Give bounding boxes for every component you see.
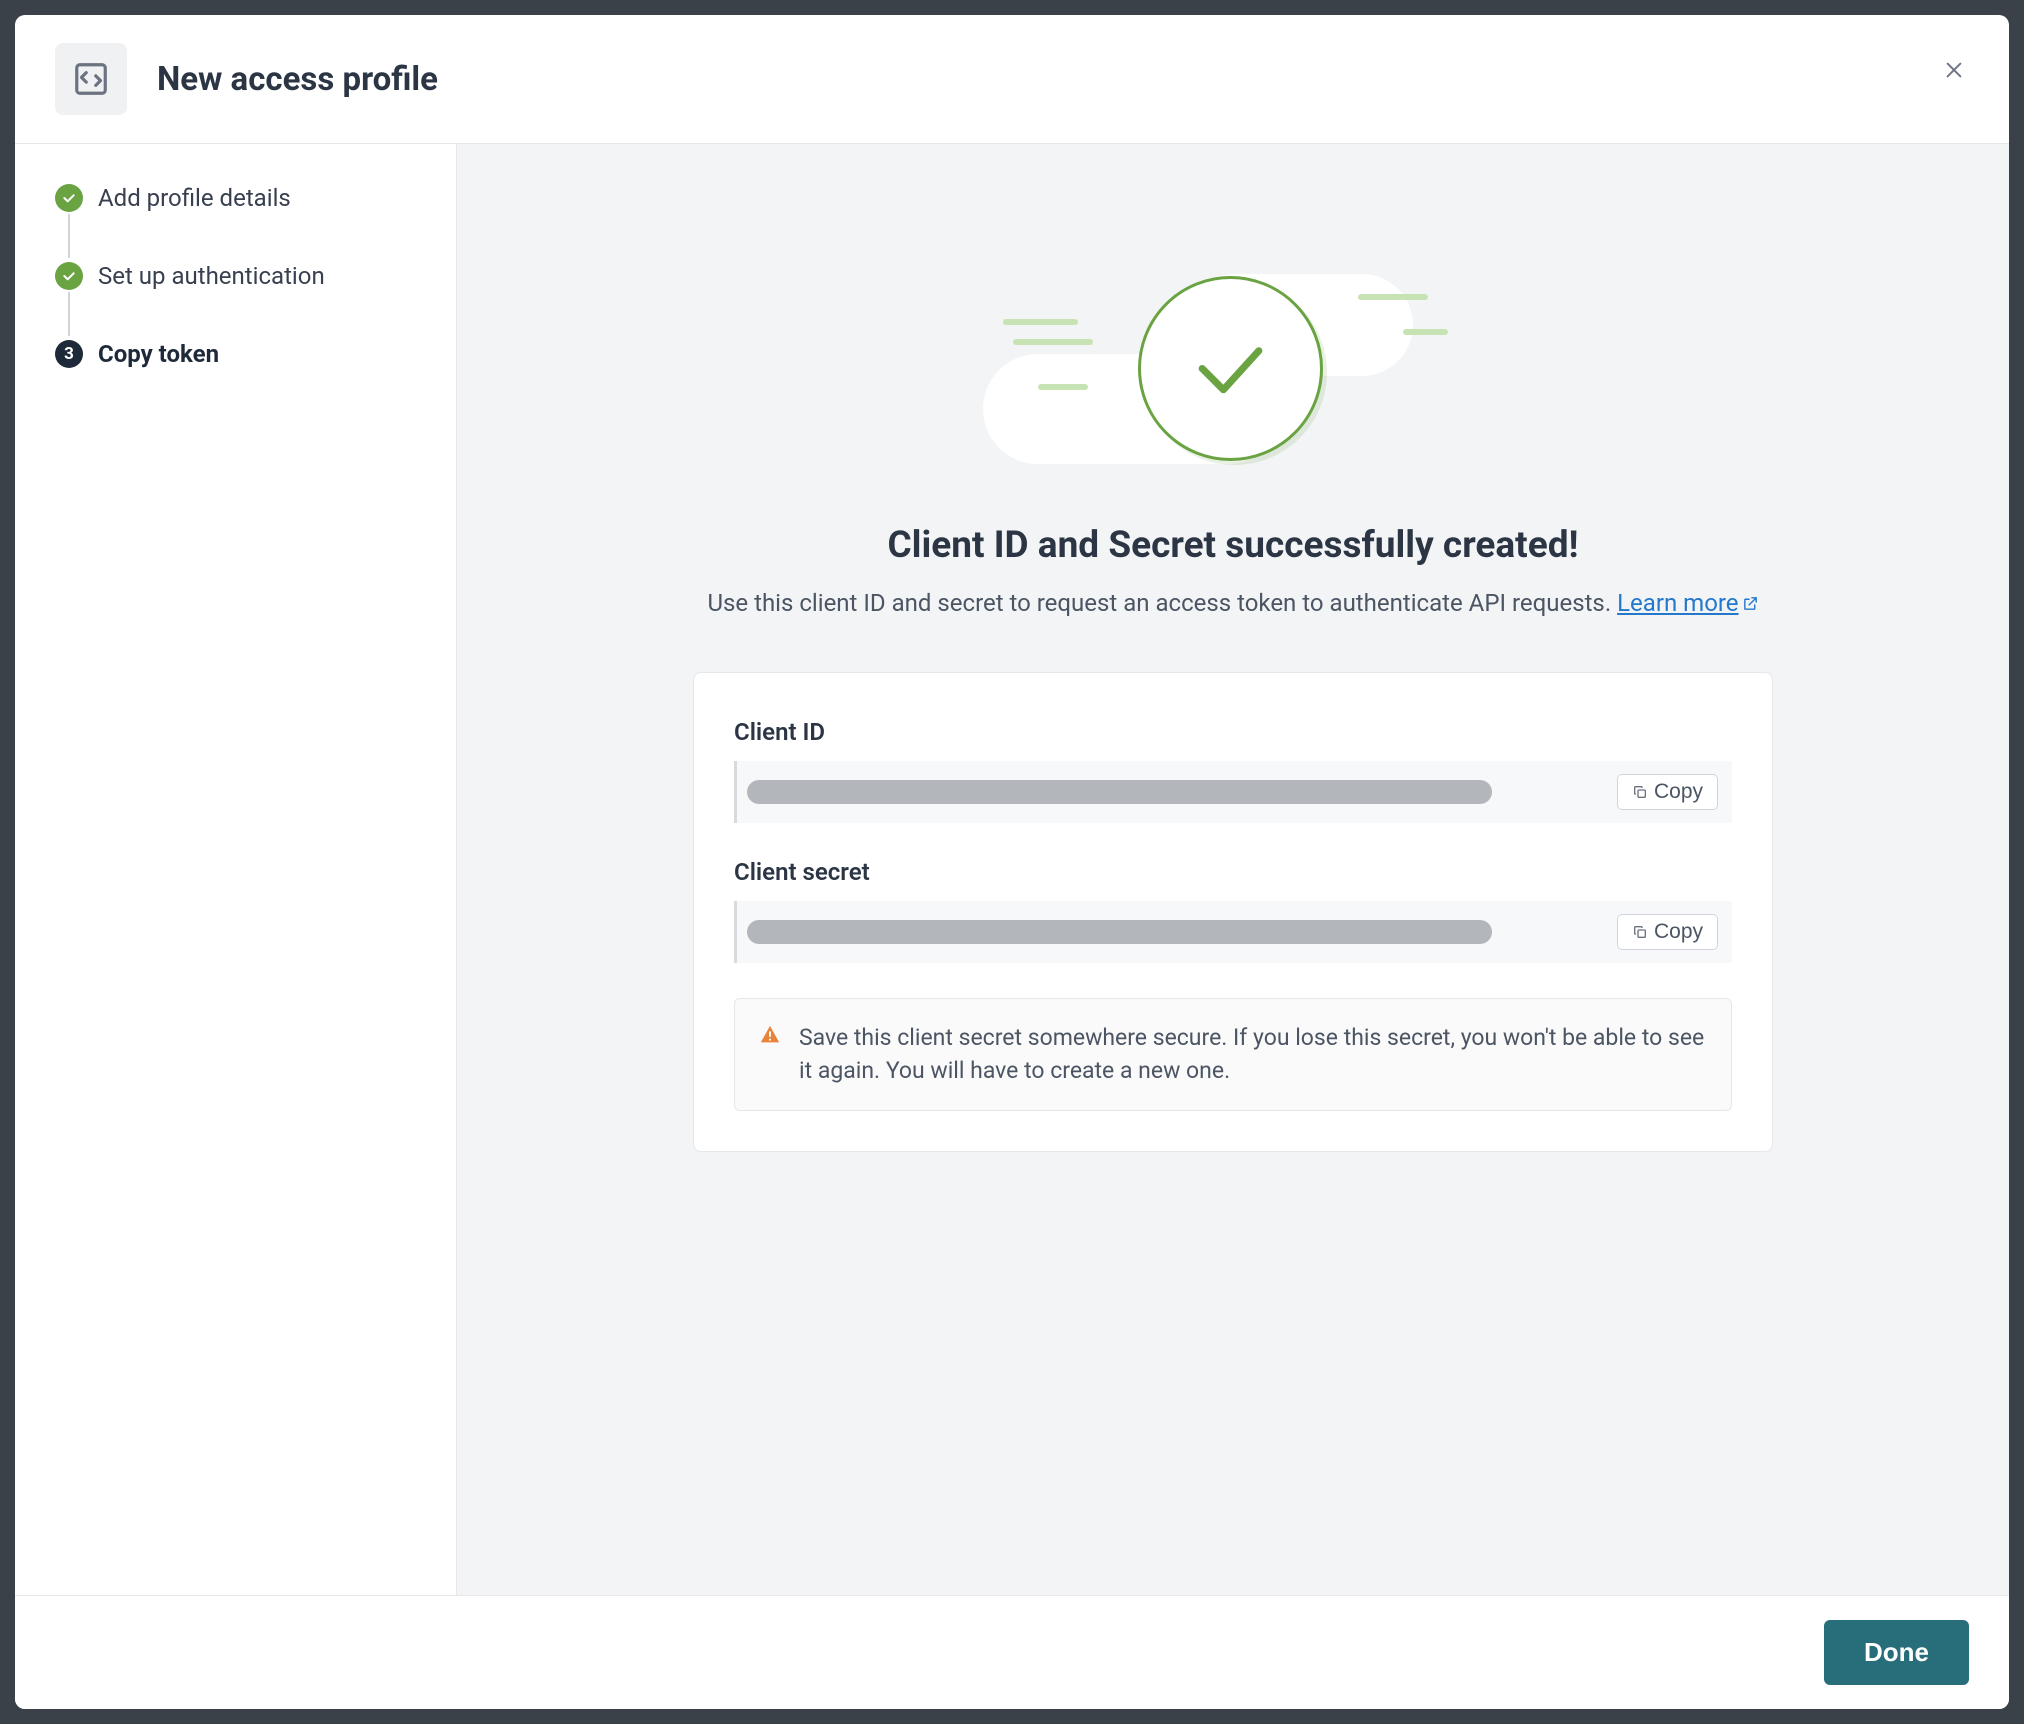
warning-icon <box>759 1024 781 1046</box>
step-label: Set up authentication <box>98 262 325 290</box>
step-copy-token: 3 Copy token <box>55 340 416 368</box>
copy-icon <box>1632 924 1648 940</box>
success-check-icon <box>1138 276 1323 461</box>
step-label: Copy token <box>98 340 219 368</box>
step-label: Add profile details <box>98 184 291 212</box>
step-number-badge: 3 <box>55 340 83 368</box>
credentials-card: Client ID Copy Clie <box>693 672 1773 1152</box>
copy-client-id-button[interactable]: Copy <box>1617 774 1718 810</box>
check-icon <box>55 184 83 212</box>
wizard-steps-sidebar: Add profile details Set up authenticatio… <box>15 144 457 1595</box>
client-secret-value-redacted <box>747 920 1492 944</box>
warning-box: Save this client secret somewhere secure… <box>734 998 1732 1111</box>
success-illustration <box>983 274 1483 474</box>
copy-client-secret-button[interactable]: Copy <box>1617 914 1718 950</box>
client-secret-label: Client secret <box>734 858 1732 886</box>
close-button[interactable] <box>1939 55 1969 85</box>
warning-text: Save this client secret somewhere secure… <box>799 1021 1707 1088</box>
modal-body: Add profile details Set up authenticatio… <box>15 144 2009 1595</box>
success-title: Client ID and Secret successfully create… <box>887 524 1578 567</box>
content-area: Client ID and Secret successfully create… <box>457 144 2009 1595</box>
client-id-label: Client ID <box>734 718 1732 746</box>
copy-icon <box>1632 784 1648 800</box>
learn-more-link[interactable]: Learn more <box>1617 589 1758 617</box>
modal-header: New access profile <box>15 15 2009 144</box>
check-icon <box>55 262 83 290</box>
client-secret-row: Copy <box>734 901 1732 963</box>
step-set-up-authentication: Set up authentication <box>55 262 416 340</box>
client-id-group: Client ID Copy <box>734 718 1732 823</box>
done-button[interactable]: Done <box>1824 1620 1969 1685</box>
client-id-value-redacted <box>747 780 1492 804</box>
access-profile-icon <box>55 43 127 115</box>
modal-title: New access profile <box>157 60 438 99</box>
new-access-profile-modal: New access profile Add profile details <box>15 15 2009 1709</box>
external-link-icon <box>1742 595 1759 612</box>
modal-footer: Done <box>15 1595 2009 1709</box>
success-description: Use this client ID and secret to request… <box>707 589 1758 617</box>
client-id-row: Copy <box>734 761 1732 823</box>
step-add-profile-details: Add profile details <box>55 184 416 262</box>
client-secret-group: Client secret Copy <box>734 858 1732 963</box>
